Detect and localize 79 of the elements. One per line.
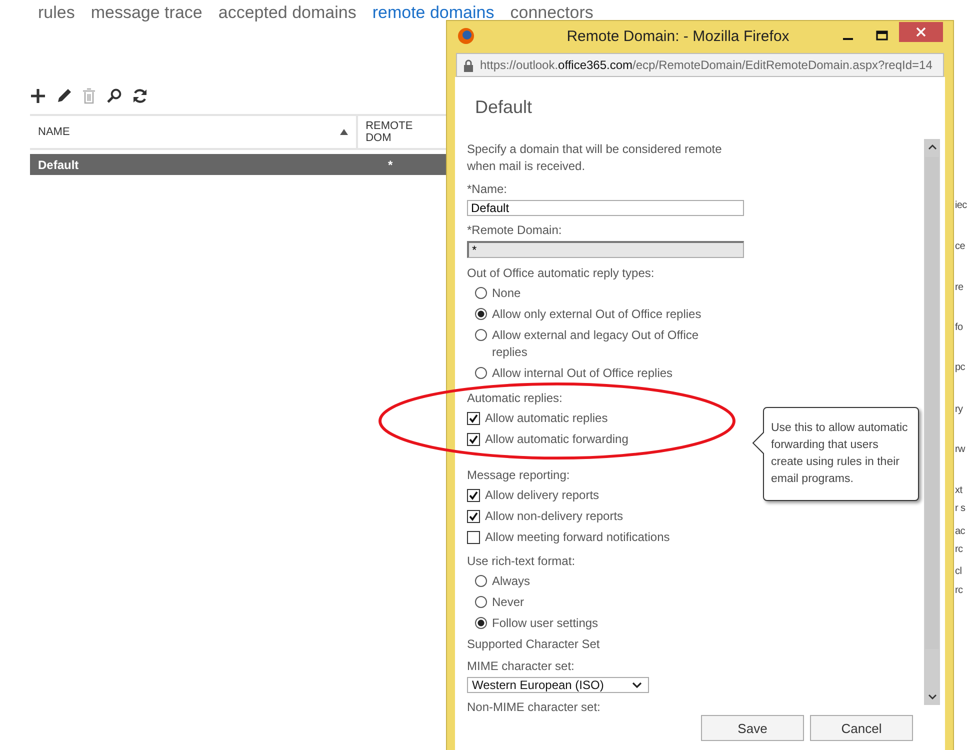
url-text: https://outlook.office365.com/ecp/RemoteDomain/EditRemoteDomain.aspx?reqId=14	[480, 58, 932, 72]
refresh-icon[interactable]	[132, 88, 148, 104]
field-label: MIME character set:	[467, 658, 574, 674]
detail-text: ce	[955, 241, 965, 252]
option-label[interactable]: Allow external and legacy Out of Office replies	[492, 327, 712, 361]
detail-text: rc	[955, 544, 963, 555]
browser-icon	[457, 27, 475, 45]
charset-dropdown[interactable]: Western European (ISO)	[467, 677, 649, 693]
window-title: Remote Domain: - Mozilla Firefox	[566, 28, 790, 44]
field-label: *Name:	[467, 181, 508, 197]
detail-text: rc	[955, 585, 963, 596]
checkbox[interactable]	[467, 510, 480, 523]
nav-tab[interactable]: accepted domains	[218, 2, 356, 28]
section-label: Message reporting:	[467, 467, 570, 483]
input-field[interactable]: Default	[467, 200, 744, 216]
column-header[interactable]: REMOTE DOM	[358, 116, 446, 148]
column-header[interactable]: NAME	[30, 116, 358, 148]
option-label[interactable]: Allow only external Out of Office replies	[492, 306, 702, 323]
checkbox[interactable]	[467, 489, 480, 502]
scroll-up-icon[interactable]	[928, 144, 936, 150]
sort-arrow-icon[interactable]	[340, 129, 348, 135]
detail-text: fo	[955, 322, 963, 333]
dialog-button[interactable]: Cancel	[810, 715, 913, 741]
lock-icon	[463, 58, 474, 72]
dialog-heading: Default	[474, 96, 534, 119]
option-label[interactable]: Never	[492, 594, 524, 611]
detail-text: re	[955, 282, 964, 293]
detail-text: pc	[955, 362, 965, 373]
section-label: Automatic replies:	[467, 390, 562, 406]
option-label[interactable]: Allow meeting forward notifications	[485, 529, 670, 546]
option-label[interactable]: Follow user settings	[492, 615, 598, 632]
nav-tab[interactable]: remote domains	[372, 2, 494, 28]
detail-text: rw	[955, 444, 965, 455]
section-label: Supported Character Set	[467, 636, 600, 652]
field-label: Non-MIME character set:	[467, 699, 600, 715]
scroll-down-icon[interactable]	[928, 694, 936, 700]
detail-text: ry	[955, 404, 963, 415]
checkbox[interactable]	[467, 412, 480, 425]
radio-button[interactable]	[475, 596, 487, 608]
scrollbar-thumb[interactable]	[925, 157, 939, 649]
add-icon[interactable]	[30, 88, 46, 104]
radio-button[interactable]	[475, 329, 487, 341]
pencil-icon[interactable]	[56, 88, 72, 104]
nav-tab[interactable]: rules	[38, 2, 75, 28]
detail-text: iec	[955, 200, 967, 211]
close-button[interactable]	[899, 22, 943, 42]
address-bar[interactable]: https://outlook.office365.com/ecp/RemoteDomain/EditRemoteDomain.aspx?reqId=14	[456, 53, 944, 77]
maximize-icon[interactable]	[875, 29, 889, 43]
option-label[interactable]: Allow internal Out of Office replies	[492, 365, 673, 382]
detail-text: r s	[955, 503, 966, 514]
detail-text: cl	[955, 566, 962, 577]
option-label[interactable]: Allow delivery reports	[485, 487, 600, 504]
section-label: Use rich-text format:	[467, 553, 576, 569]
checkbox[interactable]	[467, 531, 480, 544]
detail-text: xt	[955, 485, 962, 496]
radio-button[interactable]	[475, 617, 487, 629]
option-label[interactable]: None	[492, 285, 521, 302]
section-label: Out of Office automatic reply types:	[467, 265, 654, 281]
option-label[interactable]: Allow automatic forwarding	[485, 431, 628, 448]
close-icon	[915, 26, 927, 38]
radio-button[interactable]	[475, 287, 487, 299]
table-cell-text: Default	[37, 158, 80, 172]
nav-tab[interactable]: message trace	[90, 2, 202, 28]
option-label[interactable]: Always	[492, 573, 530, 590]
radio-button[interactable]	[475, 367, 487, 379]
radio-button[interactable]	[475, 575, 487, 587]
option-label[interactable]: Allow non-delivery reports	[485, 508, 624, 525]
tooltip-pointer	[752, 432, 764, 454]
radio-button[interactable]	[475, 308, 487, 320]
search-icon[interactable]	[106, 88, 122, 104]
table-row[interactable]: Default *	[30, 154, 446, 175]
intro-text: Specify a domain that will be considered remote when mail is received.	[467, 141, 723, 175]
detail-text: ac	[955, 526, 965, 537]
checkbox[interactable]	[467, 433, 480, 446]
option-label[interactable]: Allow automatic replies	[485, 410, 608, 427]
field-label: *Remote Domain:	[467, 222, 562, 238]
table-cell-text: *	[387, 158, 394, 172]
dialog-button[interactable]: Save	[701, 715, 804, 741]
chevron-down-icon	[632, 682, 642, 688]
